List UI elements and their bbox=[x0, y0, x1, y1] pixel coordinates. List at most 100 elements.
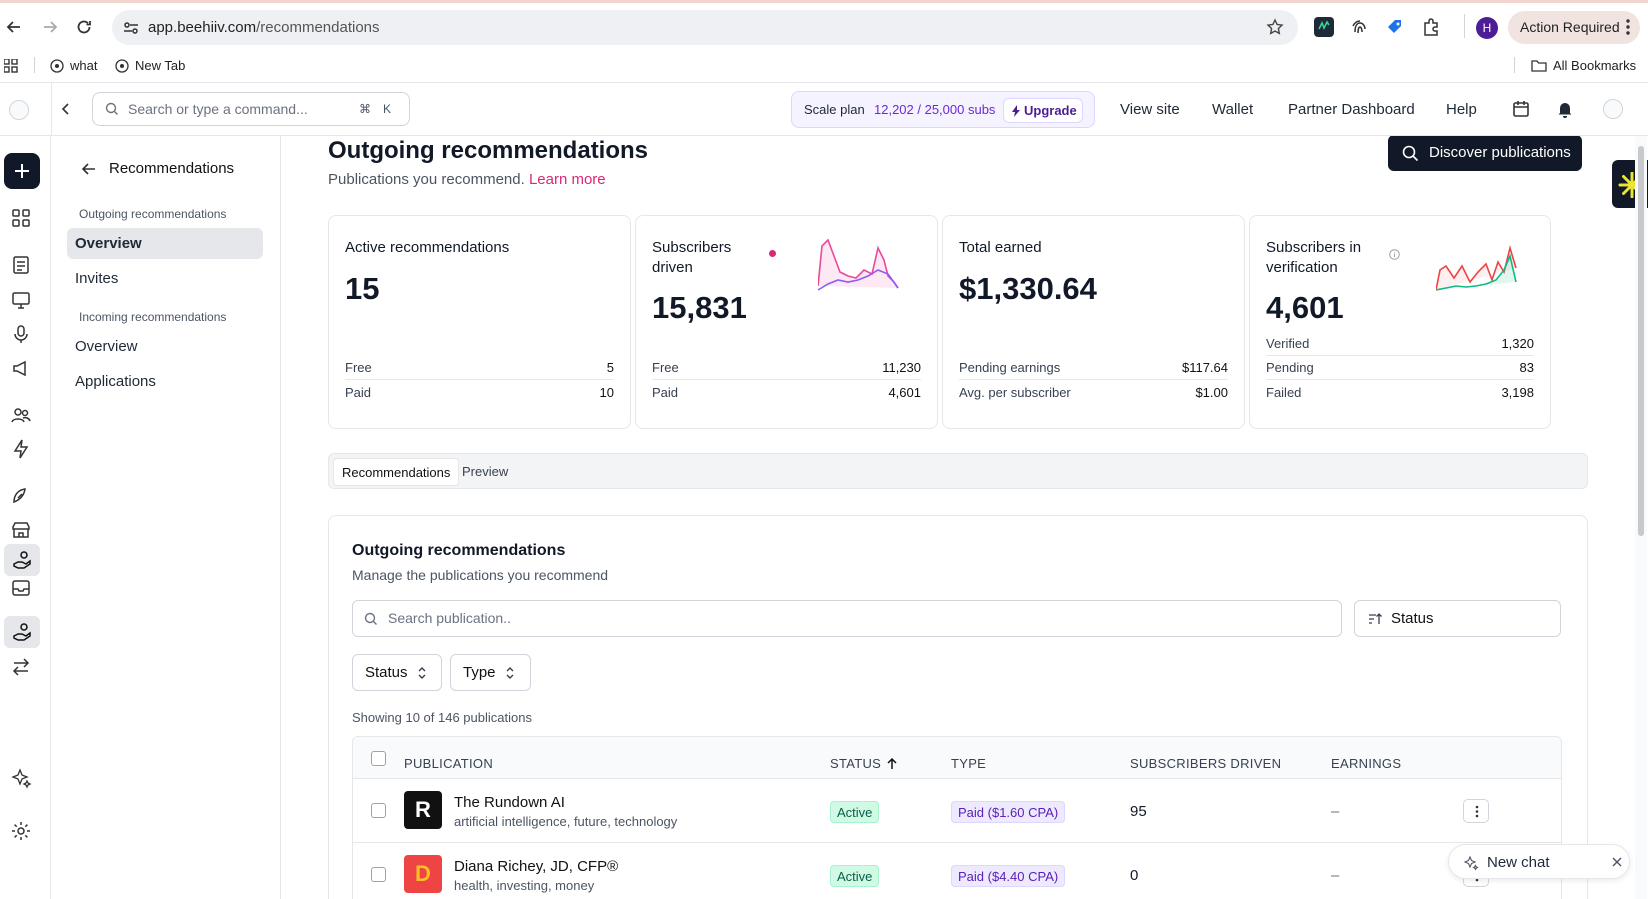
command-search-input[interactable]: Search or type a command... ⌘ K bbox=[92, 92, 410, 126]
globe-icon bbox=[50, 58, 64, 73]
audience-icon[interactable] bbox=[10, 404, 32, 426]
inbox-icon[interactable] bbox=[10, 577, 32, 599]
subnav-outgoing-overview[interactable]: Overview bbox=[67, 228, 263, 259]
active-count: 15 bbox=[345, 271, 380, 306]
subnav-invites[interactable]: Invites bbox=[67, 263, 263, 294]
back-to-recommendations[interactable]: Recommendations bbox=[81, 160, 234, 177]
kbd-k: K bbox=[383, 102, 392, 116]
status-dot bbox=[769, 250, 776, 257]
shop-icon[interactable] bbox=[10, 519, 32, 541]
publication-name[interactable]: The Rundown AI bbox=[454, 794, 565, 811]
divider bbox=[1514, 57, 1515, 73]
stat-row: Failed 3,198 bbox=[1266, 384, 1534, 400]
divider bbox=[1464, 14, 1465, 38]
discover-publications-button[interactable]: Discover publications bbox=[1388, 136, 1582, 171]
podcast-icon[interactable] bbox=[10, 323, 32, 345]
stat-row: Pending 83 bbox=[1266, 356, 1534, 380]
view-site-link[interactable]: View site bbox=[1120, 101, 1180, 118]
col-status[interactable]: STATUS bbox=[830, 756, 897, 771]
fingerprint-extension-icon[interactable] bbox=[1350, 17, 1370, 37]
website-icon[interactable] bbox=[10, 289, 32, 311]
bookmark-new-tab[interactable]: New Tab bbox=[115, 58, 185, 73]
extension-icon[interactable] bbox=[1314, 17, 1334, 37]
megaphone-icon[interactable] bbox=[10, 357, 32, 379]
growth-icon[interactable] bbox=[10, 485, 32, 507]
publication-search-input[interactable]: Search publication.. bbox=[352, 600, 1342, 637]
user-avatar[interactable] bbox=[1603, 99, 1623, 119]
col-type[interactable]: TYPE bbox=[951, 756, 986, 771]
select-all-checkbox[interactable] bbox=[371, 751, 386, 766]
new-chat-pill[interactable]: New chat bbox=[1448, 844, 1630, 879]
ai-sparkle-icon[interactable] bbox=[10, 767, 32, 789]
publication-name[interactable]: Diana Richey, JD, CFP® bbox=[454, 858, 618, 875]
publication-logo: D bbox=[404, 855, 442, 893]
dashboard-icon[interactable] bbox=[10, 207, 32, 229]
sort-icon bbox=[1368, 612, 1382, 626]
tab-preview[interactable]: Preview bbox=[454, 458, 516, 486]
partner-dashboard-link[interactable]: Partner Dashboard bbox=[1288, 101, 1415, 118]
stat-row: Free 5 bbox=[345, 356, 614, 380]
panel-subtitle: Manage the publications you recommend bbox=[352, 567, 609, 583]
settings-gear-icon[interactable] bbox=[10, 820, 32, 842]
transfer-icon[interactable] bbox=[10, 656, 32, 678]
bookmarks-bar: what New Tab All Bookmarks bbox=[0, 48, 1648, 83]
type-filter-select[interactable]: Type bbox=[450, 654, 531, 691]
publication-logo[interactable] bbox=[9, 100, 29, 120]
more-vertical-icon bbox=[1475, 805, 1479, 818]
col-publication[interactable]: PUBLICATION bbox=[404, 756, 493, 771]
info-icon[interactable] bbox=[1389, 249, 1400, 260]
action-required-button[interactable]: Action Required bbox=[1508, 11, 1640, 44]
divider bbox=[51, 83, 52, 136]
collapse-sidebar-icon[interactable] bbox=[58, 101, 74, 117]
upgrade-button[interactable]: Upgrade bbox=[1003, 98, 1083, 123]
subscribers-driven: 95 bbox=[1130, 803, 1147, 820]
reload-icon[interactable] bbox=[74, 17, 94, 37]
subnav-applications[interactable]: Applications bbox=[67, 366, 263, 397]
divider bbox=[34, 57, 35, 73]
col-earnings[interactable]: EARNINGS bbox=[1331, 756, 1401, 771]
calendar-icon[interactable] bbox=[1512, 100, 1530, 118]
help-link[interactable]: Help bbox=[1446, 101, 1477, 118]
recommendations-nav-active[interactable] bbox=[4, 544, 40, 576]
back-arrow-icon[interactable] bbox=[4, 17, 24, 37]
subnav-incoming-overview[interactable]: Overview bbox=[67, 331, 263, 362]
scrollbar[interactable] bbox=[1635, 136, 1647, 899]
stat-row: Avg. per subscriber $1.00 bbox=[959, 384, 1228, 400]
create-button[interactable] bbox=[4, 153, 40, 189]
puzzle-extensions-icon[interactable] bbox=[1421, 17, 1441, 37]
page-title: Outgoing recommendations bbox=[328, 137, 649, 164]
tag-extension-icon[interactable] bbox=[1385, 17, 1405, 37]
forward-arrow-icon[interactable] bbox=[40, 17, 60, 37]
row-actions-button[interactable] bbox=[1463, 799, 1489, 823]
hand-coin-icon bbox=[13, 551, 31, 569]
learn-more-link[interactable]: Learn more bbox=[529, 171, 606, 188]
verification-sparkline bbox=[1436, 244, 1517, 291]
profile-avatar[interactable]: H bbox=[1476, 17, 1498, 39]
wallet-link[interactable]: Wallet bbox=[1212, 101, 1253, 118]
sort-status-select[interactable]: Status bbox=[1354, 600, 1561, 637]
card-subscribers-verification: Subscribers in verification 4,601 Verifi… bbox=[1249, 215, 1551, 429]
table-row[interactable]: D Diana Richey, JD, CFP® health, investi… bbox=[353, 843, 1561, 899]
col-subscribers-driven[interactable]: SUBSCRIBERS DRIVEN bbox=[1130, 756, 1281, 771]
posts-icon[interactable] bbox=[10, 254, 32, 276]
outgoing-recommendations-panel: Outgoing recommendations Manage the publ… bbox=[328, 515, 1588, 899]
card-active-recommendations: Active recommendations 15 Free 5 Paid 10 bbox=[328, 215, 631, 429]
scrollbar-thumb[interactable] bbox=[1638, 146, 1644, 536]
bookmark-star-icon[interactable] bbox=[1266, 18, 1284, 36]
apps-grid-icon[interactable] bbox=[4, 59, 18, 73]
panel-title: Outgoing recommendations bbox=[352, 542, 566, 559]
table-row[interactable]: R The Rundown AI artificial intelligence… bbox=[353, 779, 1561, 843]
folder-icon bbox=[1531, 59, 1547, 72]
site-settings-icon[interactable] bbox=[122, 19, 140, 37]
close-icon[interactable] bbox=[1611, 856, 1623, 868]
row-checkbox[interactable] bbox=[371, 803, 386, 818]
bookmark-what[interactable]: what bbox=[50, 58, 97, 73]
bell-icon[interactable] bbox=[1556, 100, 1574, 118]
sparkle-icon bbox=[1463, 855, 1479, 871]
row-checkbox[interactable] bbox=[371, 867, 386, 882]
tab-recommendations[interactable]: Recommendations bbox=[333, 458, 460, 486]
partner-nav-active[interactable] bbox=[4, 616, 40, 648]
automations-icon[interactable] bbox=[10, 438, 32, 460]
status-filter-select[interactable]: Status bbox=[352, 654, 442, 691]
all-bookmarks[interactable]: All Bookmarks bbox=[1531, 58, 1636, 73]
